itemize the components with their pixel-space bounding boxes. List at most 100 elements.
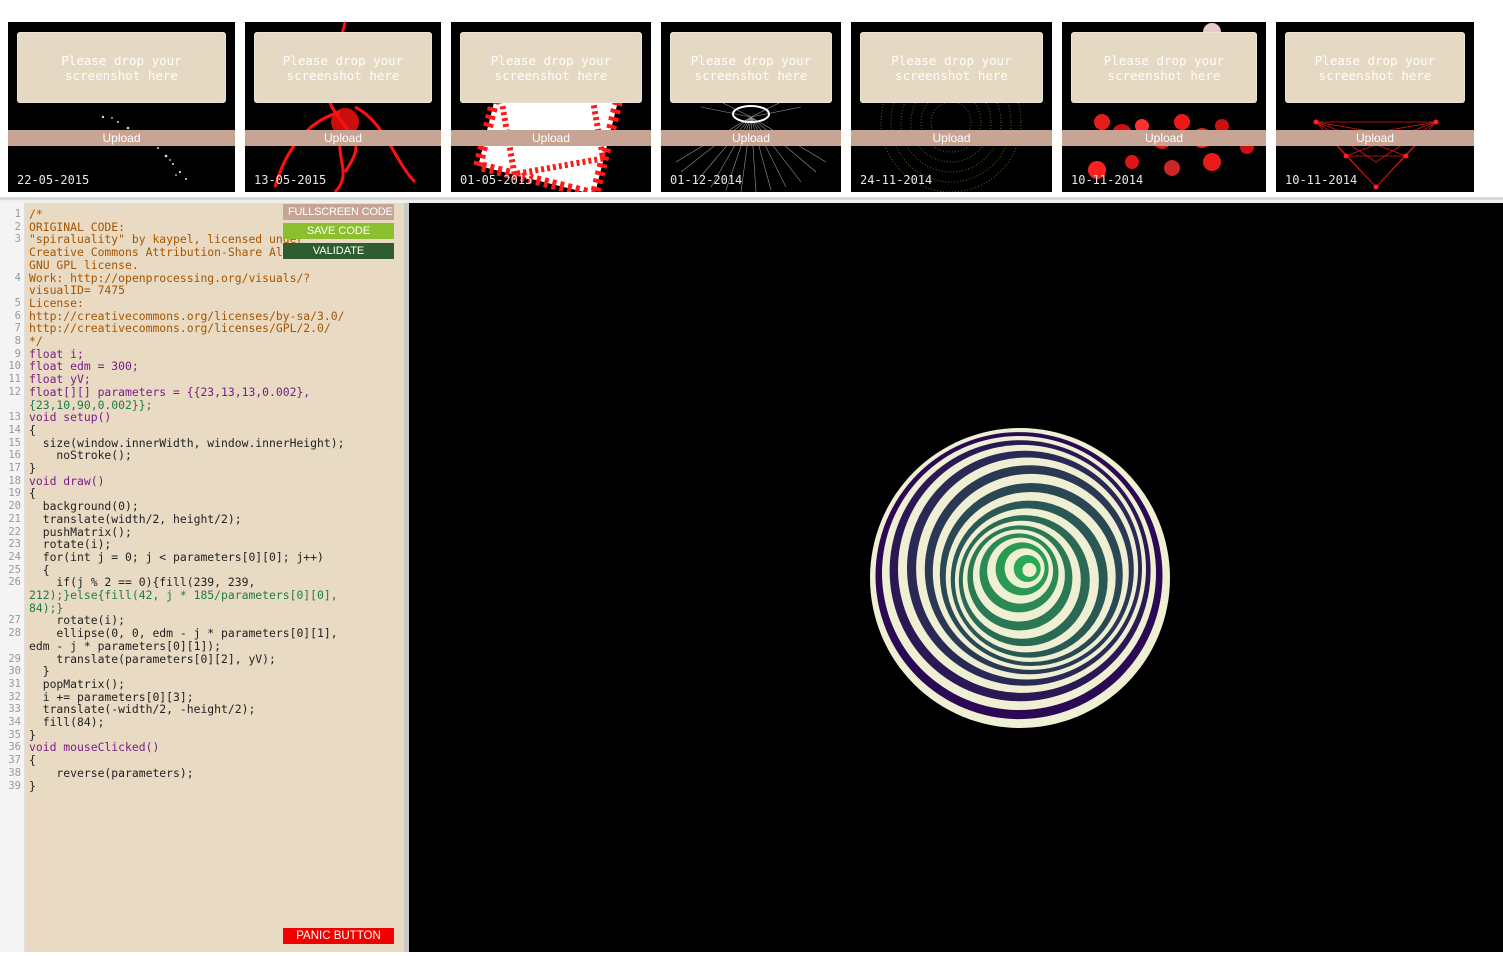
line-number: 20 (8, 500, 21, 513)
screenshot-drop-zone[interactable]: Please drop your screenshot here (17, 32, 226, 103)
line-number: 34 (8, 716, 21, 728)
line-number: 33 (8, 703, 21, 716)
sketch-gallery-strip: Please drop your screenshot here Upload … (0, 0, 1503, 203)
sketch-thumbnail[interactable]: Please drop your screenshot here Upload … (451, 22, 651, 192)
line-number: 5 (14, 296, 21, 309)
code-line: reverse(parameters); (29, 765, 194, 780)
code-line: void mouseClicked() (29, 740, 160, 755)
sketch-thumbnail[interactable]: Please drop your screenshot here Upload … (851, 22, 1052, 192)
thumbnail-date: 01-12-2014 (670, 173, 743, 187)
upload-button[interactable]: Upload (851, 130, 1052, 146)
upload-button[interactable]: Upload (8, 130, 235, 146)
screenshot-drop-zone[interactable]: Please drop your screenshot here (670, 32, 832, 103)
line-number: 28 (8, 627, 21, 640)
code-line: GNU GPL license. (29, 257, 139, 272)
drop-zone-text: Please drop your screenshot here (1314, 52, 1436, 83)
line-number: 7 (14, 322, 21, 335)
drop-zone-text: Please drop your screenshot here (891, 52, 1012, 83)
drop-zone-text: Please drop your screenshot here (61, 52, 182, 83)
line-number: 38 (8, 766, 21, 779)
line-number: 1 (14, 208, 21, 220)
line-number: 29 (8, 652, 21, 665)
code-line: ellipse(0, 0, edm - j * parameters[0][1]… (29, 626, 338, 641)
sketch-canvas[interactable] (409, 203, 1503, 952)
screenshot-drop-zone[interactable]: Please drop your screenshot here (1071, 32, 1257, 103)
sketch-thumbnail[interactable]: Please drop your screenshot here Upload … (8, 22, 235, 192)
line-number: 32 (8, 690, 21, 703)
line-number: 13 (8, 411, 21, 424)
line-number: 26 (8, 576, 21, 589)
screenshot-drop-zone[interactable]: Please drop your screenshot here (860, 32, 1043, 103)
panic-button[interactable]: PANIC BUTTON (283, 928, 394, 944)
screenshot-drop-zone[interactable]: Please drop your screenshot here (460, 32, 642, 103)
upload-button[interactable]: Upload (1276, 130, 1474, 146)
fullscreen-code-button[interactable]: FULLSCREEN CODE (283, 204, 394, 220)
line-number: 2 (14, 220, 21, 233)
line-number: 12 (8, 385, 21, 398)
sketch-thumbnail[interactable]: Please drop your screenshot here Upload … (245, 22, 441, 192)
code-line: } (29, 778, 36, 793)
code-line: { (29, 753, 36, 768)
code-line: */ (29, 334, 43, 348)
spiral-ellipses (870, 428, 1170, 728)
line-number: 25 (8, 563, 21, 576)
upload-button[interactable]: Upload (451, 130, 651, 146)
code-line: } (29, 461, 36, 475)
line-number: 6 (14, 309, 21, 322)
sketch-thumbnail[interactable]: Please drop your screenshot here Upload … (1276, 22, 1474, 192)
upload-button[interactable]: Upload (245, 130, 441, 146)
thumbnail-date: 01-05-2015 (460, 173, 533, 187)
code-line: for(int j = 0; j < parameters[0][0]; j++… (29, 549, 324, 564)
line-number: 15 (8, 436, 21, 449)
code-line: float[][] parameters = {{23,13,13,0.002}… (29, 384, 311, 399)
sketch-thumbnail[interactable]: Please drop your screenshot here Upload … (661, 22, 841, 192)
code-line: void draw() (29, 473, 105, 488)
line-number: 3 (14, 233, 21, 246)
line-number: 22 (8, 525, 21, 538)
code-line: float yV; (29, 372, 91, 387)
line-number: 16 (8, 449, 21, 462)
code-line: edm - j * parameters[0][1]); (29, 638, 222, 653)
line-number: 31 (8, 677, 21, 690)
code-line: translate(width/2, height/2); (29, 511, 242, 526)
code-line: License: (29, 295, 84, 310)
code-line: background(0); (29, 499, 139, 514)
screenshot-drop-zone[interactable]: Please drop your screenshot here (254, 32, 432, 103)
line-number: 39 (8, 779, 21, 792)
drop-zone-text: Please drop your screenshot here (690, 52, 812, 83)
code-line: rotate(i); (29, 537, 112, 552)
code-line: } (29, 664, 50, 679)
upload-button[interactable]: Upload (661, 130, 841, 146)
code-line: { (29, 422, 36, 437)
line-number: 9 (14, 347, 21, 360)
line-number: 30 (8, 665, 21, 678)
code-line: popMatrix(); (29, 676, 126, 691)
line-number: 21 (8, 512, 21, 525)
code-line: visualID= 7475 (29, 283, 126, 298)
drop-zone-text: Please drop your screenshot here (1103, 52, 1225, 83)
save-code-button[interactable]: SAVE CODE (283, 223, 394, 239)
code-editor[interactable]: 1 2 3 4 5 6 7 8 9 10 11 12 13 14 15 16 1… (0, 203, 404, 952)
line-number: 23 (8, 538, 21, 551)
line-number: 37 (8, 754, 21, 767)
thumbnail-date: 24-11-2014 (860, 173, 933, 187)
line-number: 27 (8, 614, 21, 627)
drop-zone-text: Please drop your screenshot here (282, 52, 404, 83)
line-number: 24 (8, 550, 21, 563)
line-number: 14 (8, 423, 21, 436)
thumbnail-date: 10-11-2014 (1071, 173, 1144, 187)
code-line: /* (29, 207, 43, 221)
line-number: 18 (8, 474, 21, 487)
upload-button[interactable]: Upload (1062, 130, 1266, 146)
thumbnail-date: 22-05-2015 (17, 173, 90, 187)
line-number: 10 (8, 360, 21, 373)
validate-button[interactable]: VALIDATE (283, 243, 394, 259)
sketch-thumbnail[interactable]: Please drop your screenshot here Upload … (1062, 22, 1266, 192)
line-number: 4 (14, 271, 21, 284)
line-number: 19 (8, 487, 21, 500)
screenshot-drop-zone[interactable]: Please drop your screenshot here (1285, 32, 1465, 103)
line-number: 8 (14, 335, 21, 347)
code-line: translate(parameters[0][2], yV); (29, 651, 276, 666)
line-number: 11 (8, 373, 21, 386)
code-line: noStroke(); (29, 448, 132, 463)
